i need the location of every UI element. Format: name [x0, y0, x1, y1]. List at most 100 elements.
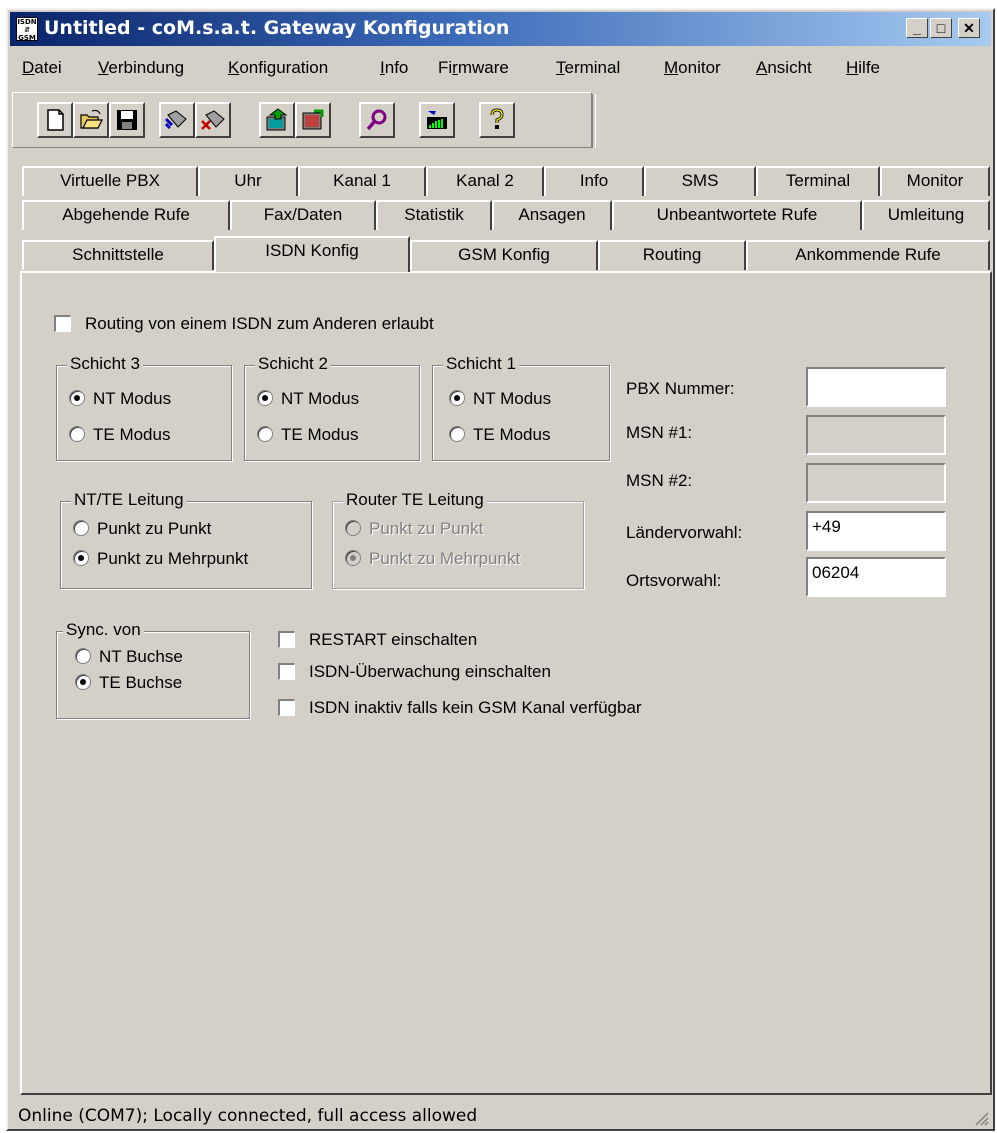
tab-monitor[interactable]: Monitor — [880, 166, 990, 196]
isdn-ueberwachung-checkbox[interactable]: ISDN-Überwachung einschalten — [278, 661, 551, 683]
menu-monitor[interactable]: Monitor — [664, 58, 721, 78]
isdn-inaktiv-checkbox[interactable]: ISDN inaktiv falls kein GSM Kanal verfüg… — [278, 697, 642, 719]
help-button[interactable] — [479, 102, 515, 138]
tab-routing[interactable]: Routing — [598, 240, 746, 270]
status-text: Online (COM7); Locally connected, full a… — [18, 1106, 478, 1126]
checkbox-box[interactable] — [278, 663, 295, 680]
schicht1-nt-radio[interactable]: NT Modus — [449, 388, 551, 410]
tab-kanal-2[interactable]: Kanal 2 — [426, 166, 544, 196]
tab-unbeantwortete-rufe[interactable]: Unbeantwortete Rufe — [612, 200, 862, 230]
radio-icon — [449, 426, 465, 442]
schicht3-nt-radio[interactable]: NT Modus — [69, 388, 171, 410]
menu-datei[interactable]: Datei — [22, 58, 62, 78]
search-icon — [366, 109, 387, 131]
tab-abgehende-rufe[interactable]: Abgehende Rufe — [22, 200, 230, 230]
menu-terminal[interactable]: Terminal — [556, 58, 620, 78]
checkbox-box[interactable] — [278, 699, 295, 716]
minimize-icon: _ — [913, 20, 921, 36]
routing-checkbox-label: Routing von einem ISDN zum Anderen erlau… — [85, 314, 434, 333]
status-bar: Online (COM7); Locally connected, full a… — [10, 1098, 991, 1128]
app-icon[interactable]: ISDN ⇵ GSM — [16, 17, 38, 42]
maximize-button[interactable]: □ — [930, 18, 952, 38]
radio-icon — [257, 426, 273, 442]
save-button[interactable] — [109, 102, 145, 138]
tab-kanal-1[interactable]: Kanal 1 — [298, 166, 426, 196]
tab-statistik[interactable]: Statistik — [376, 200, 492, 230]
checkbox-box[interactable] — [278, 631, 295, 648]
tab-info[interactable]: Info — [544, 166, 644, 196]
radio-selected-icon — [75, 674, 91, 690]
open-icon — [80, 109, 103, 129]
laendervorwahl-input[interactable]: +49 — [806, 511, 946, 551]
menu-hilfe[interactable]: Hilfe — [846, 58, 880, 78]
connect-icon — [164, 110, 187, 130]
pbx-nummer-label: PBX Nummer: — [626, 379, 735, 398]
restart-checkbox[interactable]: RESTART einschalten — [278, 629, 477, 651]
close-button[interactable]: ✕ — [958, 18, 980, 38]
minimize-button[interactable]: _ — [906, 18, 928, 38]
schicht2-nt-radio[interactable]: NT Modus — [257, 388, 359, 410]
ntte-title: NT/TE Leitung — [71, 490, 187, 510]
tab-sms[interactable]: SMS — [644, 166, 756, 196]
tab-schnittstelle[interactable]: Schnittstelle — [22, 240, 214, 270]
upload-icon — [266, 108, 288, 131]
ntte-punkt-punkt-radio[interactable]: Punkt zu Punkt — [73, 518, 211, 540]
menu-verbindung[interactable]: Verbindung — [98, 58, 184, 78]
tab-umleitung[interactable]: Umleitung — [862, 200, 990, 230]
schicht2-group: Schicht 2 NT Modus TE Modus — [244, 354, 420, 461]
tab-gsm-konfig[interactable]: GSM Konfig — [410, 240, 598, 270]
router-punkt-punkt-radio: Punkt zu Punkt — [345, 518, 483, 540]
radio-icon — [75, 648, 91, 664]
radio-selected-icon — [73, 550, 89, 566]
download-icon — [302, 109, 324, 130]
routing-checkbox[interactable]: Routing von einem ISDN zum Anderen erlau… — [54, 313, 434, 335]
help-icon — [490, 108, 504, 129]
new-icon — [47, 109, 64, 131]
resize-grip-icon[interactable] — [973, 1110, 989, 1126]
tab-ankommende-rufe[interactable]: Ankommende Rufe — [746, 240, 990, 270]
msn1-label: MSN #1: — [626, 423, 693, 442]
new-button[interactable] — [37, 102, 73, 138]
open-button[interactable] — [73, 102, 109, 138]
disconnect-icon — [201, 110, 225, 130]
sync-te-buchse-radio[interactable]: TE Buchse — [75, 672, 182, 694]
menu-firmware[interactable]: Firmware — [438, 58, 509, 78]
checkbox-box[interactable] — [54, 315, 71, 332]
connect-button[interactable] — [159, 102, 195, 138]
menu-info[interactable]: Info — [380, 58, 408, 78]
msn1-input — [806, 415, 946, 455]
isdn-konfig-panel: Routing von einem ISDN zum Anderen erlau… — [20, 271, 992, 1095]
download-button[interactable] — [295, 102, 331, 138]
schicht2-te-radio[interactable]: TE Modus — [257, 424, 358, 446]
maximize-icon: □ — [936, 20, 946, 36]
ortsvorwahl-input[interactable]: 06204 — [806, 557, 946, 597]
app-window: ISDN ⇵ GSM Untitled - coM.s.a.t. Gateway K… — [6, 8, 995, 1131]
schicht3-title: Schicht 3 — [67, 354, 143, 374]
schicht3-te-radio[interactable]: TE Modus — [69, 424, 170, 446]
menu-ansicht[interactable]: Ansicht — [756, 58, 812, 78]
sync-nt-buchse-radio[interactable]: NT Buchse — [75, 646, 183, 668]
msn2-input — [806, 463, 946, 503]
menu-konfiguration[interactable]: Konfiguration — [228, 58, 328, 78]
pbx-nummer-input[interactable] — [806, 367, 946, 407]
tab-terminal[interactable]: Terminal — [756, 166, 880, 196]
window-title: Untitled - coM.s.a.t. Gateway Konfigurat… — [44, 17, 510, 39]
title-bar[interactable]: ISDN ⇵ GSM Untitled - coM.s.a.t. Gateway K… — [10, 12, 991, 46]
ntte-punkt-mehrpunkt-radio[interactable]: Punkt zu Mehrpunkt — [73, 548, 248, 570]
search-button[interactable] — [359, 102, 395, 138]
radio-selected-icon — [345, 550, 361, 566]
tab-virtuelle-pbx[interactable]: Virtuelle PBX — [22, 166, 198, 196]
schicht2-title: Schicht 2 — [255, 354, 331, 374]
tab-uhr[interactable]: Uhr — [198, 166, 298, 196]
tab-ansagen[interactable]: Ansagen — [492, 200, 612, 230]
tab-isdn-konfig[interactable]: ISDN Konfig — [214, 236, 410, 272]
tab-fax-daten[interactable]: Fax/Daten — [230, 200, 376, 230]
menu-bar: Datei Verbindung Konfiguration Info Firm… — [10, 54, 990, 82]
schicht3-group: Schicht 3 NT Modus TE Modus — [56, 354, 232, 461]
upload-button[interactable] — [259, 102, 295, 138]
signal-button[interactable] — [419, 102, 455, 138]
toolbar — [12, 92, 592, 148]
schicht1-title: Schicht 1 — [443, 354, 519, 374]
disconnect-button[interactable] — [195, 102, 231, 138]
schicht1-te-radio[interactable]: TE Modus — [449, 424, 550, 446]
